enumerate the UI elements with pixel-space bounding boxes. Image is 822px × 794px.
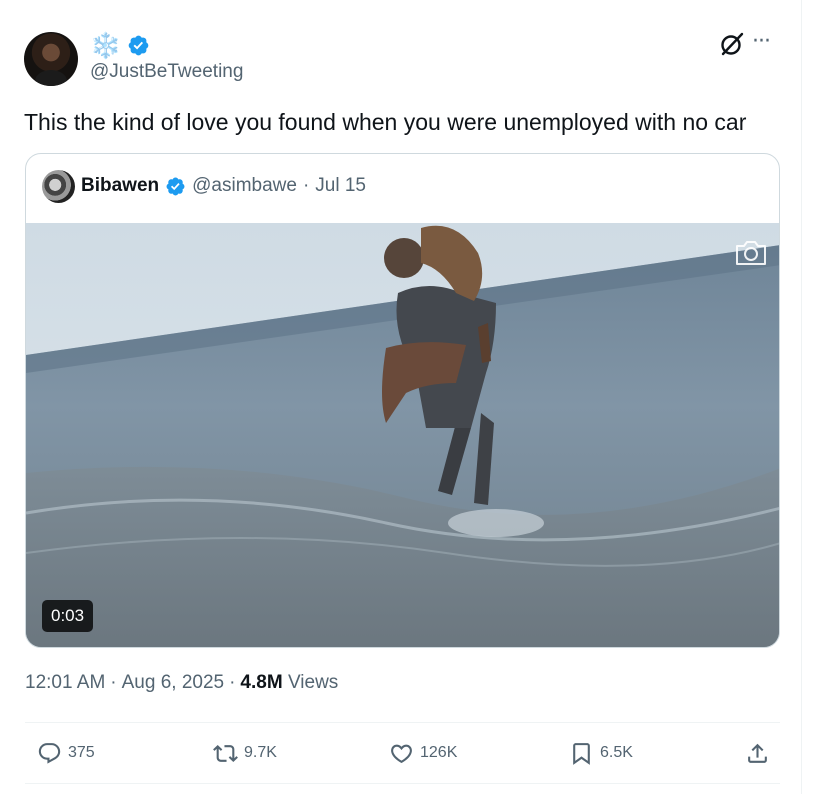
like-count: 126K (420, 744, 458, 761)
divider (25, 722, 780, 723)
camera-icon (736, 241, 766, 265)
views-count: 4.8M (240, 672, 283, 693)
author-avatar[interactable] (24, 32, 78, 86)
reply-button[interactable]: 375 (37, 739, 95, 767)
quoted-tweet[interactable]: Bibawen @asimbawe · Jul 15 0:03 (25, 153, 780, 648)
repost-count: 9.7K (244, 744, 277, 761)
more-icon[interactable]: ··· (752, 29, 771, 54)
grok-icon[interactable] (719, 31, 745, 57)
tweet-time[interactable]: 12:01 AM (25, 672, 105, 694)
video-frame-image (26, 223, 779, 647)
reply-count: 375 (68, 744, 95, 761)
share-button[interactable] (745, 739, 770, 767)
bookmark-icon (573, 742, 590, 765)
author-display-name[interactable]: ❄️ (90, 33, 121, 58)
bookmark-count: 6.5K (600, 744, 633, 761)
metadata-separator: · (110, 672, 117, 693)
quoted-author-name[interactable]: Bibawen (81, 175, 159, 197)
like-button[interactable]: 126K (389, 739, 457, 767)
quoted-author-handle[interactable]: @asimbawe (192, 175, 297, 197)
verified-badge-icon (166, 177, 185, 195)
metadata-separator: · (229, 672, 236, 693)
like-icon (391, 744, 412, 763)
share-icon (748, 743, 767, 763)
author-name-row[interactable]: ❄️ (90, 31, 150, 59)
author-handle[interactable]: @JustBeTweeting (90, 61, 243, 83)
repost-button[interactable]: 9.7K (213, 739, 277, 767)
repost-icon (213, 744, 238, 762)
tweet-card: ❄️ @JustBeTweeting ··· This the kind of … (0, 0, 802, 794)
video-duration-badge: 0:03 (42, 600, 94, 632)
quoted-tweet-header: Bibawen @asimbawe · Jul 15 (81, 172, 366, 200)
views-label: Views (287, 672, 339, 693)
tweet-metadata: 12:01 AM · Aug 6, 2025 · 4.8M Views (25, 672, 338, 694)
quoted-tweet-date[interactable]: Jul 15 (315, 175, 366, 197)
tweet-date[interactable]: Aug 6, 2025 (122, 672, 224, 694)
quoted-video[interactable]: 0:03 (26, 223, 779, 647)
quoted-author-avatar[interactable] (42, 170, 75, 203)
reply-icon (38, 742, 61, 764)
bookmark-button[interactable]: 6.5K (569, 739, 633, 767)
verified-badge-icon (128, 35, 149, 55)
quoted-separator: · (302, 175, 310, 196)
tweet-text: This the kind of love you found when you… (24, 109, 747, 135)
divider (25, 783, 780, 784)
